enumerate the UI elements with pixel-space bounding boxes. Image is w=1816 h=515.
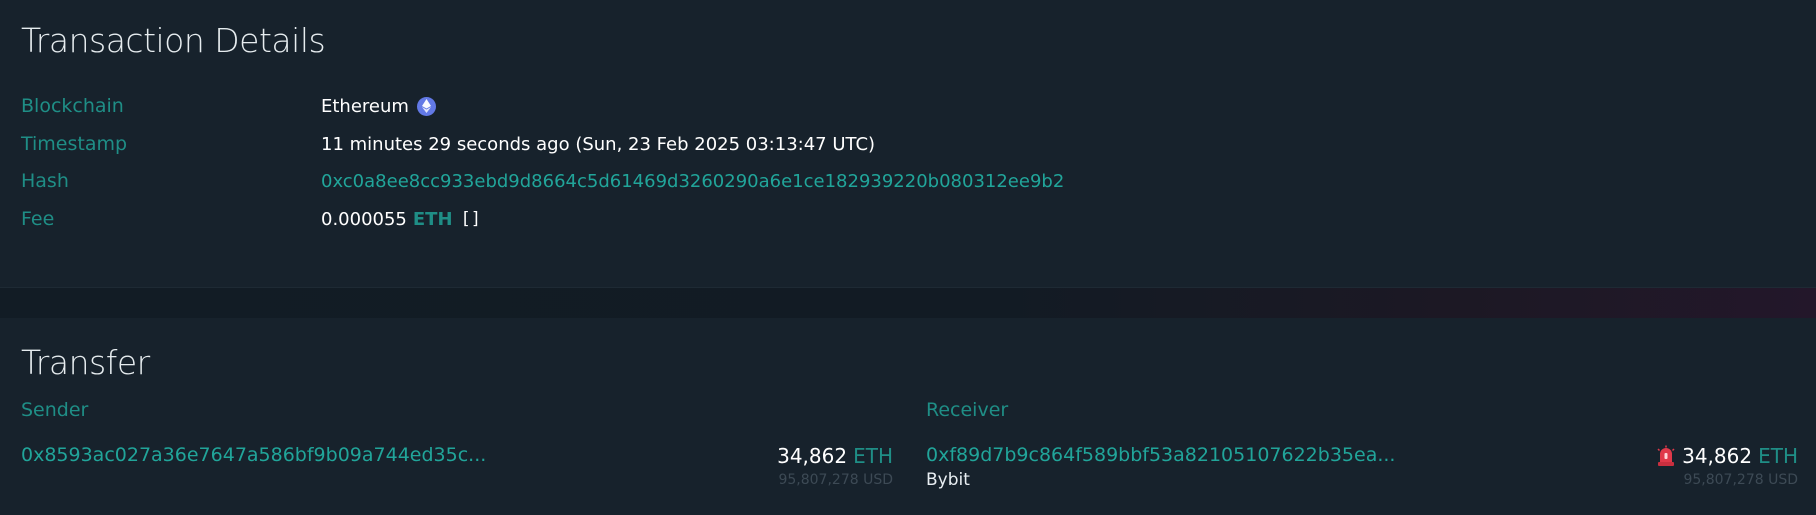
sender-amount-value: 34,862 bbox=[777, 444, 848, 468]
receiver-amount-value: 34,862 bbox=[1682, 444, 1753, 468]
sender-address-link[interactable]: 0x8593ac027a36e7647a586bf9b09a744ed35c..… bbox=[21, 444, 486, 466]
detail-row-hash: Hash 0xc0a8ee8cc933ebd9d8664c5d61469d326… bbox=[21, 166, 1801, 196]
hash-label: Hash bbox=[21, 170, 69, 192]
receiver-address-link[interactable]: 0xf89d7b9c864f589bbf53a82105107622b35ea.… bbox=[926, 444, 1395, 466]
detail-row-fee: Fee 0.000055 ETH [] bbox=[21, 204, 1801, 234]
transfer-title: Transfer bbox=[21, 343, 150, 382]
receiver-heading: Receiver bbox=[926, 399, 1009, 421]
section-divider bbox=[0, 287, 1816, 318]
hash-link[interactable]: 0xc0a8ee8cc933ebd9d8664c5d61469d3260290a… bbox=[321, 171, 1064, 192]
receiver-usd-value: 95,807,278 USD bbox=[1683, 472, 1798, 488]
receiver-owner-label: Bybit bbox=[926, 470, 970, 490]
fee-value: 0.000055 ETH [] bbox=[321, 209, 481, 230]
timestamp-label: Timestamp bbox=[21, 133, 128, 155]
fee-label: Fee bbox=[21, 208, 55, 230]
copy-icon[interactable]: [] bbox=[461, 209, 481, 229]
receiver-amount-unit: ETH bbox=[1758, 444, 1798, 468]
sender-amount: 34,862 ETH bbox=[777, 444, 893, 468]
alert-siren-icon bbox=[1656, 445, 1676, 467]
blockchain-value: Ethereum bbox=[321, 96, 436, 117]
transaction-page: Transaction Details Blockchain Ethereum … bbox=[0, 0, 1816, 515]
transaction-details-title: Transaction Details bbox=[21, 21, 326, 60]
receiver-amount: 34,862 ETH bbox=[1656, 444, 1798, 468]
sender-usd-value: 95,807,278 USD bbox=[778, 472, 893, 488]
fee-unit: ETH bbox=[412, 208, 453, 230]
detail-row-blockchain: Blockchain Ethereum bbox=[21, 91, 1801, 121]
sender-amount-unit: ETH bbox=[853, 444, 893, 468]
fee-amount: 0.000055 bbox=[321, 208, 407, 230]
detail-row-timestamp: Timestamp 11 minutes 29 seconds ago (Sun… bbox=[21, 129, 1801, 159]
blockchain-name: Ethereum bbox=[321, 95, 409, 117]
blockchain-label: Blockchain bbox=[21, 95, 124, 117]
sender-heading: Sender bbox=[21, 399, 89, 421]
timestamp-value: 11 minutes 29 seconds ago (Sun, 23 Feb 2… bbox=[321, 133, 876, 155]
ethereum-icon bbox=[416, 96, 436, 116]
